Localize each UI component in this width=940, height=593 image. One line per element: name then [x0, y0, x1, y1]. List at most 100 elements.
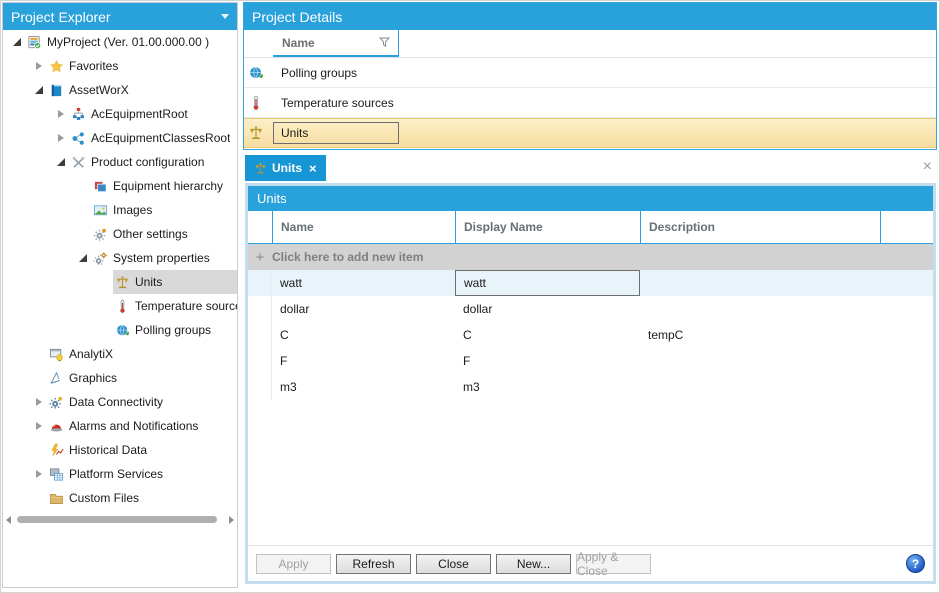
- tree-item-analytix[interactable]: AnalytiX: [3, 342, 237, 366]
- scrollbar-thumb[interactable]: [17, 516, 217, 523]
- refresh-button[interactable]: Refresh: [336, 554, 411, 574]
- tree-item-polling-groups[interactable]: Polling groups: [3, 318, 237, 342]
- tree-item-equipment-hierarchy[interactable]: Equipment hierarchy: [3, 174, 237, 198]
- unit-display-name-cell[interactable]: m3: [455, 374, 640, 400]
- unit-row-icon-cell: [248, 322, 272, 348]
- tab-units[interactable]: Units ×: [245, 155, 326, 181]
- tree-item-other-settings[interactable]: Other settings: [3, 222, 237, 246]
- expander-expanded-icon[interactable]: [9, 38, 25, 46]
- unit-row-c[interactable]: CCtempC: [248, 322, 933, 348]
- tree-item-acequipmentclassesroot[interactable]: AcEquipmentClassesRoot: [3, 126, 237, 150]
- unit-row-dollar[interactable]: dollardollar: [248, 296, 933, 322]
- expander-collapsed-icon[interactable]: [31, 398, 47, 406]
- scroll-left-icon[interactable]: [6, 516, 11, 524]
- add-new-item-row[interactable]: + Click here to add new item: [248, 244, 933, 270]
- unit-name-cell[interactable]: watt: [272, 270, 455, 296]
- platform-icon: [49, 467, 64, 482]
- tree-item-system-properties[interactable]: System properties: [3, 246, 237, 270]
- equiproot-icon: [71, 107, 86, 122]
- thermometer-icon: [115, 299, 130, 314]
- tree-item-content: AcEquipmentRoot: [69, 102, 237, 126]
- unit-description-cell[interactable]: [640, 296, 880, 322]
- tree-item-acequipmentroot[interactable]: AcEquipmentRoot: [3, 102, 237, 126]
- unit-display-name-cell[interactable]: F: [455, 348, 640, 374]
- close-button[interactable]: Close: [416, 554, 491, 574]
- tree-item-content: AcEquipmentClassesRoot: [69, 126, 237, 150]
- tree-item-alarms-and-notifications[interactable]: Alarms and Notifications: [3, 414, 237, 438]
- unit-row-m3[interactable]: m3m3: [248, 374, 933, 400]
- expander-collapsed-icon[interactable]: [53, 134, 69, 142]
- unit-row-f[interactable]: FF: [248, 348, 933, 374]
- expander-collapsed-icon[interactable]: [53, 110, 69, 118]
- tools-icon: [71, 155, 86, 170]
- filter-icon[interactable]: [378, 36, 391, 52]
- units-grid-rows: wattwattdollardollarCCtempCFFm3m3: [248, 270, 933, 400]
- unit-name-cell[interactable]: m3: [272, 374, 455, 400]
- tree-item-favorites[interactable]: Favorites: [3, 54, 237, 78]
- unit-row-icon-cell: [248, 296, 272, 322]
- tree-item-product-configuration[interactable]: Product configuration: [3, 150, 237, 174]
- tree-item-myproject-ver-01-00-000-00[interactable]: MyProject (Ver. 01.00.000.00 ): [3, 30, 237, 54]
- tree-item-graphics[interactable]: Graphics: [3, 366, 237, 390]
- scales-icon: [115, 275, 130, 290]
- panel-close-icon[interactable]: ×: [923, 159, 937, 181]
- unit-description-cell[interactable]: [640, 374, 880, 400]
- tab-close-icon[interactable]: ×: [309, 161, 317, 176]
- expander-collapsed-icon[interactable]: [31, 62, 47, 70]
- details-row-name-cell[interactable]: Temperature sources: [273, 92, 399, 114]
- expander-expanded-icon[interactable]: [75, 254, 91, 262]
- tree-item-content: Historical Data: [47, 438, 237, 462]
- details-name-column-header[interactable]: Name: [273, 30, 399, 57]
- tree-item-temperature-sources[interactable]: Temperature sources: [3, 294, 237, 318]
- units-grid-header: Name Display Name Description: [248, 211, 933, 244]
- details-row-icon-cell: [244, 65, 273, 81]
- unit-display-name-cell[interactable]: watt: [455, 270, 640, 296]
- tree-item-label: Historical Data: [69, 443, 147, 457]
- unit-display-name-cell[interactable]: C: [455, 322, 640, 348]
- unit-name-cell[interactable]: C: [272, 322, 455, 348]
- units-description-column-header[interactable]: Description: [640, 211, 880, 243]
- unit-display-name-cell[interactable]: dollar: [455, 296, 640, 322]
- chevron-down-icon[interactable]: [221, 14, 229, 19]
- details-icon-column-header: [244, 30, 273, 57]
- scroll-right-icon[interactable]: [229, 516, 234, 524]
- scrollbar-track[interactable]: [15, 516, 225, 523]
- expander-collapsed-icon[interactable]: [31, 422, 47, 430]
- tree-item-label: Graphics: [69, 371, 117, 385]
- project-explorer-header: Project Explorer: [3, 3, 237, 30]
- unit-name-cell[interactable]: F: [272, 348, 455, 374]
- tree-item-content: Units: [113, 270, 237, 294]
- tree-item-label: Polling groups: [135, 323, 211, 337]
- tree-item-images[interactable]: Images: [3, 198, 237, 222]
- tree-item-platform-services[interactable]: Platform Services: [3, 462, 237, 486]
- unit-row-watt[interactable]: wattwatt: [248, 270, 933, 296]
- help-icon[interactable]: ?: [906, 554, 925, 573]
- history-icon: [49, 443, 64, 458]
- expander-collapsed-icon[interactable]: [31, 470, 47, 478]
- project-explorer-panel: Project Explorer MyProject (Ver. 01.00.0…: [2, 2, 238, 588]
- details-row-name-cell[interactable]: Polling groups: [273, 62, 399, 84]
- tree-item-historical-data[interactable]: Historical Data: [3, 438, 237, 462]
- tree-item-assetworx[interactable]: AssetWorX: [3, 78, 237, 102]
- details-column-header-row: Name: [244, 30, 936, 58]
- units-display-name-column-header[interactable]: Display Name: [455, 211, 640, 243]
- unit-description-cell[interactable]: tempC: [640, 322, 880, 348]
- details-row-temperature-sources[interactable]: Temperature sources: [244, 88, 936, 118]
- details-row-name-cell[interactable]: Units: [273, 122, 399, 144]
- new-button[interactable]: New...: [496, 554, 571, 574]
- units-extra-column-header: [880, 211, 933, 243]
- apply-button: Apply: [256, 554, 331, 574]
- tree-item-content: AssetWorX: [47, 78, 237, 102]
- tree-item-data-connectivity[interactable]: Data Connectivity: [3, 390, 237, 414]
- unit-description-cell[interactable]: [640, 348, 880, 374]
- tree-item-units[interactable]: Units: [3, 270, 237, 294]
- unit-name-cell[interactable]: dollar: [272, 296, 455, 322]
- tree-item-custom-files[interactable]: Custom Files: [3, 486, 237, 510]
- details-row-units[interactable]: Units: [244, 118, 936, 148]
- unit-description-cell[interactable]: [640, 270, 880, 296]
- details-row-polling-groups[interactable]: Polling groups: [244, 58, 936, 88]
- units-name-column-header[interactable]: Name: [272, 211, 455, 243]
- expander-expanded-icon[interactable]: [31, 86, 47, 94]
- tree-item-label: Favorites: [69, 59, 118, 73]
- expander-expanded-icon[interactable]: [53, 158, 69, 166]
